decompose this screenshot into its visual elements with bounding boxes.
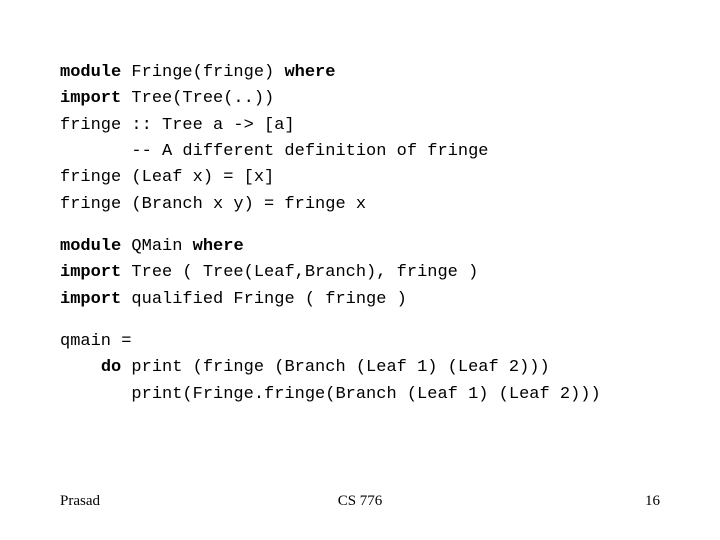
keyword-do: do [101,358,121,377]
code-line: import Tree ( Tree(Leaf,Branch), fringe … [60,260,660,286]
code-text: Fringe(fringe) [121,63,284,82]
code-line: module QMain where [60,234,660,260]
code-text: qualified Fringe ( fringe ) [121,290,407,309]
code-line: import qualified Fringe ( fringe ) [60,287,660,313]
keyword-where: where [193,237,244,256]
code-line: fringe (Leaf x) = [x] [60,165,660,191]
keyword-import: import [60,263,121,282]
keyword-import: import [60,89,121,108]
spacer [60,313,660,329]
slide-body: module Fringe(fringe) where import Tree(… [0,0,720,408]
keyword-import: import [60,290,121,309]
code-text: Tree ( Tree(Leaf,Branch), fringe ) [121,263,478,282]
footer-course: CS 776 [0,493,720,510]
keyword-module: module [60,237,121,256]
keyword-where: where [284,63,335,82]
code-text: print (fringe (Branch (Leaf 1) (Leaf 2))… [121,358,549,377]
code-line: print(Fringe.fringe(Branch (Leaf 1) (Lea… [60,382,660,408]
keyword-module: module [60,63,121,82]
code-line: import Tree(Tree(..)) [60,86,660,112]
indent [60,358,101,377]
code-text: QMain [121,237,192,256]
code-line: fringe (Branch x y) = fringe x [60,192,660,218]
code-line: do print (fringe (Branch (Leaf 1) (Leaf … [60,355,660,381]
code-text: Tree(Tree(..)) [121,89,274,108]
code-line: qmain = [60,329,660,355]
footer-page-number: 16 [645,493,660,510]
code-line: fringe :: Tree a -> [a] [60,113,660,139]
code-line: -- A different definition of fringe [60,139,660,165]
code-line: module Fringe(fringe) where [60,60,660,86]
spacer [60,218,660,234]
